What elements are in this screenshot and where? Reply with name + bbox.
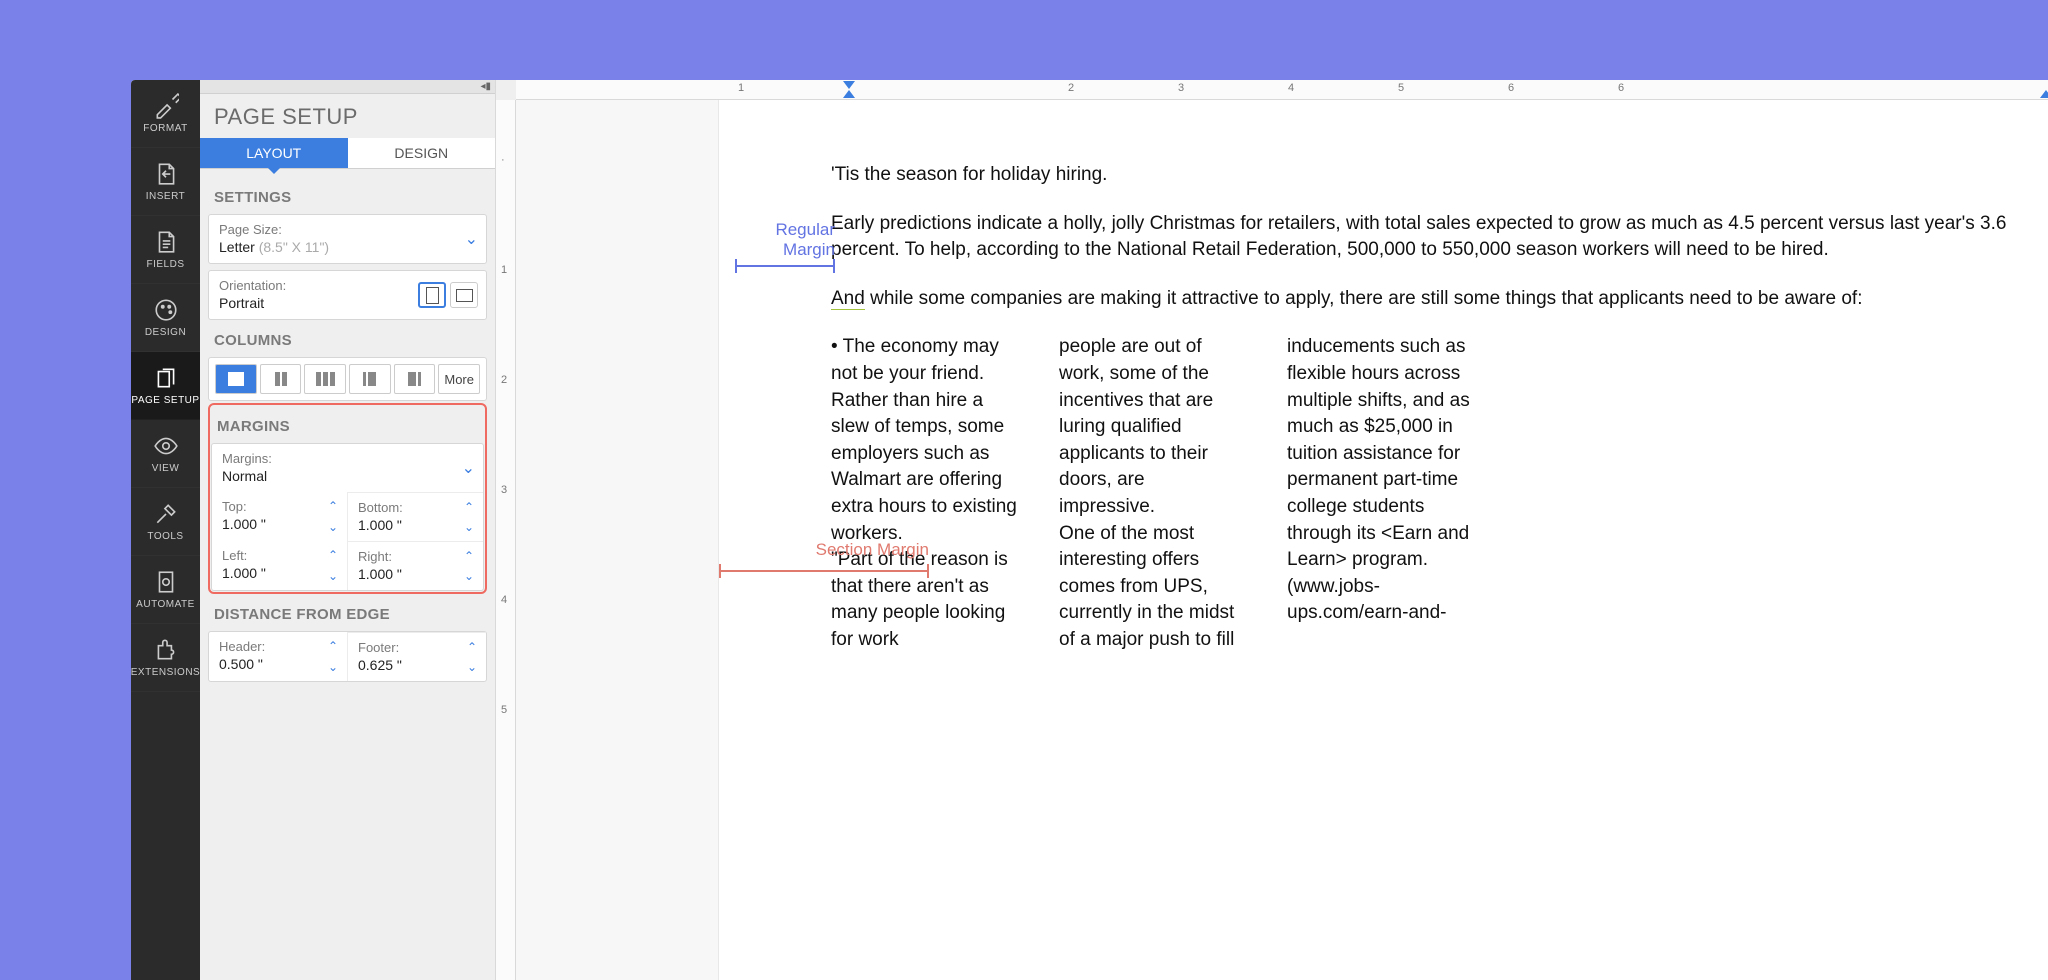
- document-area: 1 2 3 4 5 6 6 · 1 2 3 4 5 Regular Margin…: [496, 80, 2048, 980]
- header-distance-input[interactable]: Header: 0.500 " ⌃⌄: [209, 632, 347, 681]
- section-margin-callout: Section Margin: [775, 540, 929, 572]
- margin-bottom-input[interactable]: Bottom: 1.000 " ⌃⌄: [347, 492, 483, 541]
- rail-item-extensions[interactable]: EXTENSIONS: [131, 624, 200, 692]
- section-margins: MARGINS: [211, 406, 484, 443]
- margin-top-input[interactable]: Top: 1.000 " ⌃⌄: [212, 492, 347, 541]
- section-margin-bar-icon: [719, 570, 929, 572]
- orientation-portrait-button[interactable]: [418, 282, 446, 308]
- brush-icon: [153, 93, 179, 119]
- chevron-down-icon[interactable]: ⌄: [462, 458, 475, 478]
- gear-doc-icon: [153, 569, 179, 595]
- paragraph: Early predictions indicate a holly, joll…: [831, 211, 2048, 264]
- paragraph: 'Tis the season for holiday hiring.: [831, 162, 1551, 189]
- eye-icon: [153, 433, 179, 459]
- page-insert-icon: [153, 161, 179, 187]
- rail-item-fields[interactable]: FIELDS: [131, 216, 200, 284]
- page-size-select[interactable]: Page Size: Letter (8.5" X 11") ⌄: [209, 215, 486, 263]
- chevron-down-icon[interactable]: ⌄: [465, 229, 478, 249]
- columns-right-button[interactable]: [394, 364, 436, 394]
- column-3: inducements such as flexible hours acros…: [1287, 334, 1473, 653]
- columns-left-button[interactable]: [349, 364, 391, 394]
- rail-item-format[interactable]: FORMAT: [131, 80, 200, 148]
- panel-title: PAGE SETUP: [200, 94, 495, 138]
- rail-item-view[interactable]: VIEW: [131, 420, 200, 488]
- vertical-ruler[interactable]: · 1 2 3 4 5: [496, 100, 516, 980]
- left-nav-rail: FORMAT INSERT FIELDS DESIGN PAGE SETUP V…: [131, 80, 200, 980]
- stepper[interactable]: ⌃⌄: [459, 497, 479, 537]
- page-lines-icon: [153, 229, 179, 255]
- rail-item-design[interactable]: DESIGN: [131, 284, 200, 352]
- rail-item-page-setup[interactable]: PAGE SETUP: [131, 352, 200, 420]
- section-distance: DISTANCE FROM EDGE: [208, 594, 487, 631]
- columns-2-button[interactable]: [260, 364, 302, 394]
- margin-left-input[interactable]: Left: 1.000 " ⌃⌄: [212, 541, 347, 590]
- section-settings: SETTINGS: [208, 177, 487, 214]
- stepper[interactable]: ⌃⌄: [323, 636, 343, 677]
- stepper[interactable]: ⌃⌄: [462, 637, 482, 677]
- rail-item-insert[interactable]: INSERT: [131, 148, 200, 216]
- paragraph: And while some companies are making it a…: [831, 286, 2048, 313]
- tab-design[interactable]: DESIGN: [348, 138, 496, 169]
- orientation-row: Orientation: Portrait: [209, 271, 486, 319]
- regular-margin-callout: Regular Margin: [735, 220, 835, 267]
- section-columns: COLUMNS: [208, 320, 487, 357]
- tab-layout[interactable]: LAYOUT: [200, 138, 348, 169]
- rail-item-tools[interactable]: TOOLS: [131, 488, 200, 556]
- stepper[interactable]: ⌃⌄: [459, 546, 479, 586]
- orientation-landscape-button[interactable]: [450, 282, 478, 308]
- columns-more-button[interactable]: More: [438, 364, 480, 394]
- document-page[interactable]: Regular Margin Section Margin 'Tis the s…: [718, 100, 2048, 980]
- right-margin-marker-icon[interactable]: [2040, 90, 2048, 98]
- indent-marker-bottom-icon[interactable]: [843, 90, 855, 98]
- rail-item-automate[interactable]: AUTOMATE: [131, 556, 200, 624]
- horizontal-ruler[interactable]: 1 2 3 4 5 6 6: [516, 80, 2048, 100]
- margins-preset-select[interactable]: Margins: Normal ⌄: [212, 444, 483, 492]
- column-2: people are out of work, some of the ince…: [1059, 334, 1245, 653]
- pages-icon: [153, 365, 179, 391]
- page-setup-panel: ◂▮ PAGE SETUP LAYOUT DESIGN SETTINGS Pag…: [200, 80, 496, 980]
- tools-icon: [153, 501, 179, 527]
- stepper[interactable]: ⌃⌄: [323, 496, 343, 537]
- panel-collapse-button[interactable]: ◂▮: [200, 80, 495, 94]
- regular-margin-bar-icon: [735, 265, 835, 267]
- stepper[interactable]: ⌃⌄: [323, 545, 343, 586]
- palette-icon: [153, 297, 179, 323]
- footer-distance-input[interactable]: Footer: 0.625 " ⌃⌄: [347, 632, 486, 681]
- puzzle-icon: [153, 637, 179, 663]
- column-1: • The economy may not be your friend. Ra…: [831, 334, 1017, 653]
- columns-1-button[interactable]: [215, 364, 257, 394]
- indent-marker-top-icon[interactable]: [843, 81, 855, 89]
- margin-right-input[interactable]: Right: 1.000 " ⌃⌄: [347, 541, 483, 590]
- columns-3-button[interactable]: [304, 364, 346, 394]
